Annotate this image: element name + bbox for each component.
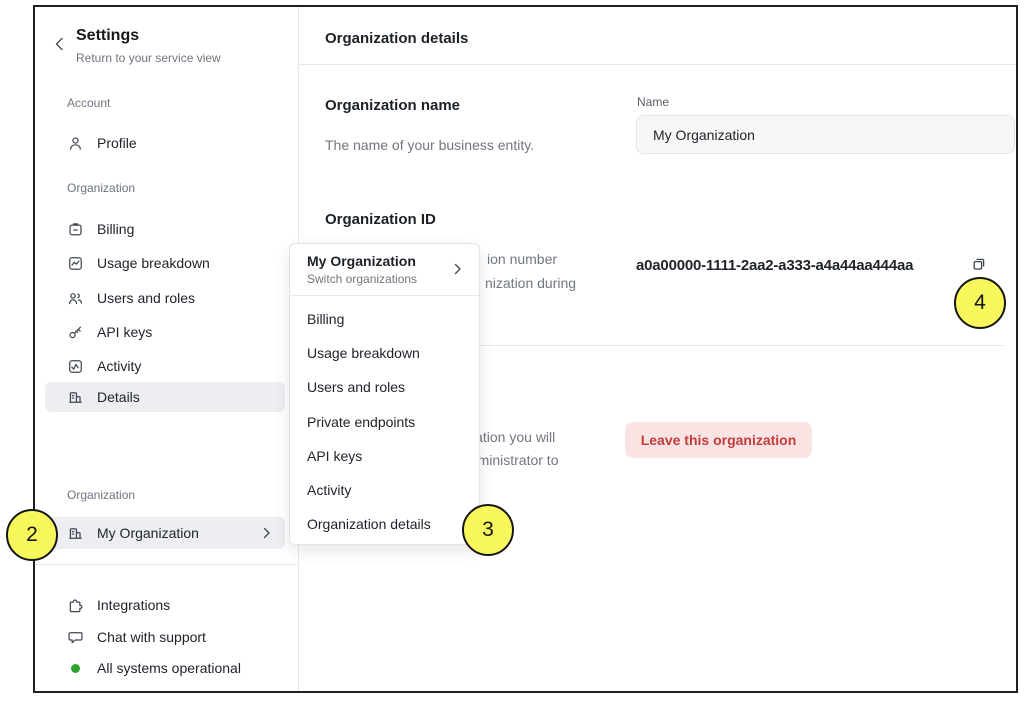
users-icon: [67, 290, 84, 307]
sidebar-item-api-keys[interactable]: API keys: [45, 317, 285, 347]
org-name-input-value: My Organization: [653, 127, 755, 143]
sidebar-item-label: Profile: [97, 135, 137, 151]
org-name-title: Organization name: [325, 97, 460, 114]
dropdown-org-subtitle: Switch organizations: [307, 272, 463, 286]
organization-dropdown-menu: My Organization Switch organizations Bil…: [289, 243, 480, 545]
organization-section-label: Organization: [67, 181, 135, 195]
org-id-value: a0a00000-1111-2aa2-a333-a4a44aa444aa: [636, 257, 913, 274]
menu-item-organization-details[interactable]: Organization details: [290, 507, 479, 541]
sidebar-item-system-status[interactable]: All systems operational: [45, 653, 285, 683]
sidebar-item-users-and-roles[interactable]: Users and roles: [45, 283, 285, 313]
page-title: Organization details: [325, 30, 468, 47]
person-icon: [67, 135, 84, 152]
org-name-description: The name of your business entity.: [325, 137, 534, 153]
settings-subtitle[interactable]: Return to your service view: [76, 51, 221, 65]
chevron-right-icon: [454, 263, 462, 275]
header-divider: [299, 64, 1016, 65]
account-section-label: Account: [67, 96, 110, 110]
menu-item-activity[interactable]: Activity: [290, 473, 479, 507]
dropdown-header[interactable]: My Organization Switch organizations: [290, 244, 479, 295]
sidebar-item-label: Details: [97, 389, 140, 405]
leave-organization-button[interactable]: Leave this organization: [625, 422, 812, 458]
chat-bubble-icon: [67, 629, 84, 646]
billing-icon: [67, 221, 84, 238]
activity-icon: [67, 358, 84, 375]
sidebar-item-usage-breakdown[interactable]: Usage breakdown: [45, 248, 285, 278]
back-button[interactable]: [54, 37, 64, 56]
sidebar-item-billing[interactable]: Billing: [45, 214, 285, 244]
sidebar-item-label: Activity: [97, 358, 141, 374]
copy-org-id-button[interactable]: [967, 252, 991, 276]
sidebar-item-label: Integrations: [97, 597, 170, 613]
org-id-description-line1: ion number: [487, 251, 557, 267]
menu-item-private-endpoints[interactable]: Private endpoints: [290, 405, 479, 439]
annotation-marker-3: 3: [462, 504, 514, 556]
sidebar-item-my-organization[interactable]: My Organization: [45, 517, 285, 549]
puzzle-icon: [67, 597, 84, 614]
organization-icon: [67, 525, 84, 542]
status-dot: [71, 664, 80, 673]
sidebar-item-label: API keys: [97, 324, 152, 340]
annotation-marker-2: 2: [6, 509, 58, 561]
organization-footer-label: Organization: [67, 488, 135, 502]
sidebar-item-profile[interactable]: Profile: [45, 128, 285, 158]
usage-chart-icon: [67, 255, 84, 272]
name-field-label: Name: [637, 95, 669, 109]
sidebar-item-activity[interactable]: Activity: [45, 351, 285, 381]
sidebar-item-label: My Organization: [97, 525, 199, 541]
key-icon: [67, 324, 84, 341]
menu-item-users-and-roles[interactable]: Users and roles: [290, 370, 479, 404]
sidebar-item-details[interactable]: Details: [45, 382, 285, 412]
chevron-right-icon: [263, 527, 271, 539]
menu-item-billing[interactable]: Billing: [290, 302, 479, 336]
sidebar-item-label: Users and roles: [97, 290, 195, 306]
org-id-description-line2: nization during: [485, 275, 576, 291]
org-name-input[interactable]: My Organization: [636, 115, 1015, 154]
organization-icon: [67, 389, 84, 406]
dropdown-org-title: My Organization: [307, 253, 463, 269]
sidebar-item-label: Usage breakdown: [97, 255, 210, 271]
status-label: All systems operational: [97, 660, 241, 676]
annotation-marker-4: 4: [954, 277, 1006, 329]
settings-title: Settings: [76, 27, 139, 45]
sidebar-item-label: Chat with support: [97, 629, 206, 645]
sidebar-item-integrations[interactable]: Integrations: [45, 590, 285, 620]
chevron-left-icon: [54, 37, 64, 51]
sidebar-item-label: Billing: [97, 221, 134, 237]
sidebar-footer-divider: [35, 564, 298, 565]
menu-item-api-keys[interactable]: API keys: [290, 439, 479, 473]
org-id-title: Organization ID: [325, 211, 436, 228]
menu-item-usage-breakdown[interactable]: Usage breakdown: [290, 336, 479, 370]
copy-icon: [970, 255, 988, 273]
sidebar-item-chat-with-support[interactable]: Chat with support: [45, 622, 285, 652]
